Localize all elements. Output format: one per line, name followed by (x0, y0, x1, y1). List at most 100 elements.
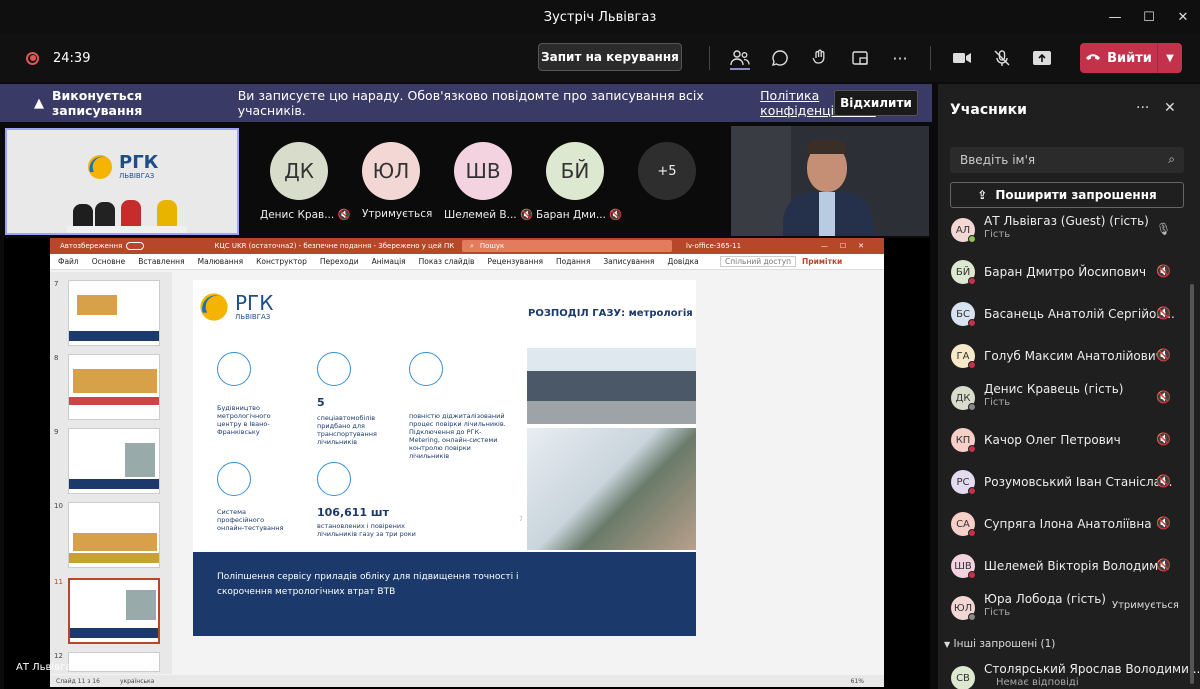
other-invitees-section[interactable]: ▼ Інші запрошені (1) (944, 638, 1055, 650)
participant-name: Денис Крав... 🔇 (260, 209, 351, 221)
participant-name: Басанець Анатолій Сергійов... (984, 307, 1175, 321)
room-video-tile[interactable]: РГК ЛЬВІВГАЗ (5, 128, 239, 235)
autosave-toggle[interactable] (126, 242, 145, 250)
participant-row[interactable]: СВ Столярський Ярослав Володими... Немає… (938, 658, 1200, 689)
ppt-share-button[interactable]: Спільний доступ (720, 256, 797, 267)
ppt-menu-item[interactable]: Рецензування (487, 257, 543, 266)
ppt-notes-button[interactable]: Примітки (802, 257, 842, 266)
shared-powerpoint[interactable]: Автозбереження КЦС UKR (остаточна2) - бе… (50, 238, 884, 687)
dismiss-button[interactable]: Відхилити (834, 90, 918, 116)
ppt-menu-item[interactable]: Малювання (198, 257, 244, 266)
camera-video-tile[interactable] (731, 126, 929, 236)
mic-off-icon[interactable] (990, 46, 1014, 70)
ppt-menu-item[interactable]: Анімація (372, 257, 406, 266)
slide-footer: Поліпшення сервісу приладів обліку для п… (193, 552, 696, 636)
more-options-icon[interactable]: ··· (1136, 100, 1149, 116)
share-icon[interactable] (1030, 46, 1054, 70)
mic-off-icon: 🔇 (1156, 348, 1171, 362)
slide-thumbnail[interactable] (68, 280, 160, 346)
participant-row[interactable]: ДК Денис Кравець (гість) Гість 🔇 (938, 378, 1200, 418)
mic-off-icon: 🔇 (337, 209, 351, 221)
ppt-search[interactable]: ⌕ Пошук (462, 240, 672, 252)
participant-row[interactable]: БС Басанець Анатолій Сергійов... 🔇 (938, 294, 1200, 334)
participant-name: Юра Лобода (гість) (984, 592, 1106, 606)
close-icon[interactable]: ✕ (1164, 100, 1176, 116)
item-number: 5 (317, 396, 325, 409)
avatar: КП (951, 428, 976, 453)
ppt-menu-item[interactable]: Файл (58, 257, 79, 266)
avatar[interactable]: БЙ (546, 142, 604, 200)
minimize-icon[interactable]: — (1098, 0, 1132, 34)
maximize-icon[interactable]: ☐ (1132, 0, 1166, 34)
slide-thumbnail[interactable] (68, 354, 160, 420)
clock-icon (317, 462, 351, 496)
ppt-menu-item[interactable]: Вставлення (138, 257, 184, 266)
item-text: Будівництво метрологічного центру в Іван… (217, 404, 271, 436)
slide-thumbnail[interactable] (68, 428, 160, 494)
slide-title: РОЗПОДІЛ ГАЗУ: метрологія (528, 308, 693, 319)
item-text: Система професійного онлайн-тестування (217, 508, 284, 532)
participant-search-input[interactable]: Введіть ім'я ⌕ (950, 147, 1184, 173)
participant-row[interactable]: БЙ Баран Дмитро Йосипович 🔇 (938, 252, 1200, 292)
chevron-down-icon[interactable]: ▼ (1158, 53, 1182, 64)
window-titlebar: Зустріч Львівгаз — ☐ ✕ (0, 0, 1200, 34)
react-icon[interactable] (808, 46, 832, 70)
participant-row[interactable]: ГА Голуб Максим Анатолійович 🔇 (938, 336, 1200, 376)
avatar[interactable]: ДК (270, 142, 328, 200)
thumb-number: 8 (54, 354, 59, 362)
mic-off-icon: 🔇 (1156, 264, 1171, 278)
current-slide[interactable]: РГК ЛЬВІВГАЗ РОЗПОДІЛ ГАЗУ: метрологія Б… (193, 280, 696, 636)
avatar: ДК (951, 386, 976, 411)
participant-row[interactable]: СА Супряга Ілона Анатоліївна 🔇 (938, 504, 1200, 544)
avatar: СВ (951, 666, 975, 689)
overflow-participants[interactable]: +5 (638, 142, 696, 200)
leave-main[interactable]: Вийти (1080, 43, 1158, 73)
ppt-menu-item[interactable]: Переходи (320, 257, 359, 266)
participant-row[interactable]: КП Качор Олег Петрович 🔇 (938, 420, 1200, 460)
request-control-button[interactable]: Запит на керування (538, 43, 682, 71)
avatar[interactable]: ШВ (454, 142, 512, 200)
participant-row[interactable]: АЛ АТ Львівгаз (Guest) (гість) Гість 🎙 (938, 210, 1200, 250)
participant-name: Супряга Ілона Анатоліївна (984, 517, 1152, 531)
chat-icon[interactable] (768, 46, 792, 70)
leave-button[interactable]: Вийти ▼ (1080, 43, 1182, 73)
camera-icon[interactable] (950, 46, 974, 70)
window-controls: — ☐ ✕ (1098, 0, 1200, 34)
mic-off-icon: 🔇 (1156, 558, 1171, 572)
leave-label: Вийти (1107, 50, 1152, 66)
mic-off-icon: 🔇 (1156, 474, 1171, 488)
slide-thumbnail[interactable] (68, 502, 160, 568)
participant-name: Шелемей Вікторія Володим... (984, 559, 1170, 573)
slide-thumbnail-selected[interactable] (68, 578, 160, 644)
participant-name: Голуб Максим Анатолійович (984, 349, 1163, 363)
participant-role: Гість (984, 607, 1011, 618)
participant-row[interactable]: ШВ Шелемей Вікторія Володим... 🔇 (938, 546, 1200, 586)
thumb-number: 11 (54, 578, 63, 586)
hair (807, 140, 847, 154)
ppt-menu-item[interactable]: Довідка (667, 257, 698, 266)
people-icon[interactable] (728, 46, 752, 70)
panel-scrollbar[interactable] (1190, 284, 1194, 684)
close-window-icon[interactable]: ✕ (1166, 0, 1200, 34)
presenter-label: АТ Львівгаз (Guest) (гість) (16, 662, 154, 673)
share-invite-button[interactable]: ⇪ Поширити запрошення (950, 182, 1184, 208)
more-icon[interactable]: ··· (888, 46, 912, 70)
ppt-menu-item[interactable]: Записування (603, 257, 654, 266)
participant-row[interactable]: ЮЛ Юра Лобода (гість) Гість Утримується (938, 588, 1200, 628)
thumb-number: 9 (54, 428, 59, 436)
ppt-menu-item[interactable]: Показ слайдів (419, 257, 475, 266)
item-number: 106,611 шт (317, 506, 389, 519)
search-icon[interactable]: ⌕ (1168, 152, 1175, 167)
on-hold-status: Утримується (1112, 600, 1179, 611)
ppt-menu-item[interactable]: Основне (92, 257, 125, 266)
avatar[interactable]: ЮЛ (362, 142, 420, 200)
ppt-menu-item[interactable]: Конструктор (256, 257, 307, 266)
item-text: повністю діджиталізований процес повірки… (409, 412, 506, 460)
ppt-menu-item[interactable]: Подання (556, 257, 590, 266)
ppt-window-controls[interactable]: —☐✕ (821, 242, 876, 250)
participant-row[interactable]: РС Розумовський Іван Станісла... 🔇 (938, 462, 1200, 502)
participant-name: Денис Кравець (гість) (984, 382, 1124, 396)
zoom-level[interactable]: 61% (851, 678, 864, 685)
participant-name: Шелемей В... 🔇 (444, 209, 534, 221)
rooms-icon[interactable] (848, 46, 872, 70)
